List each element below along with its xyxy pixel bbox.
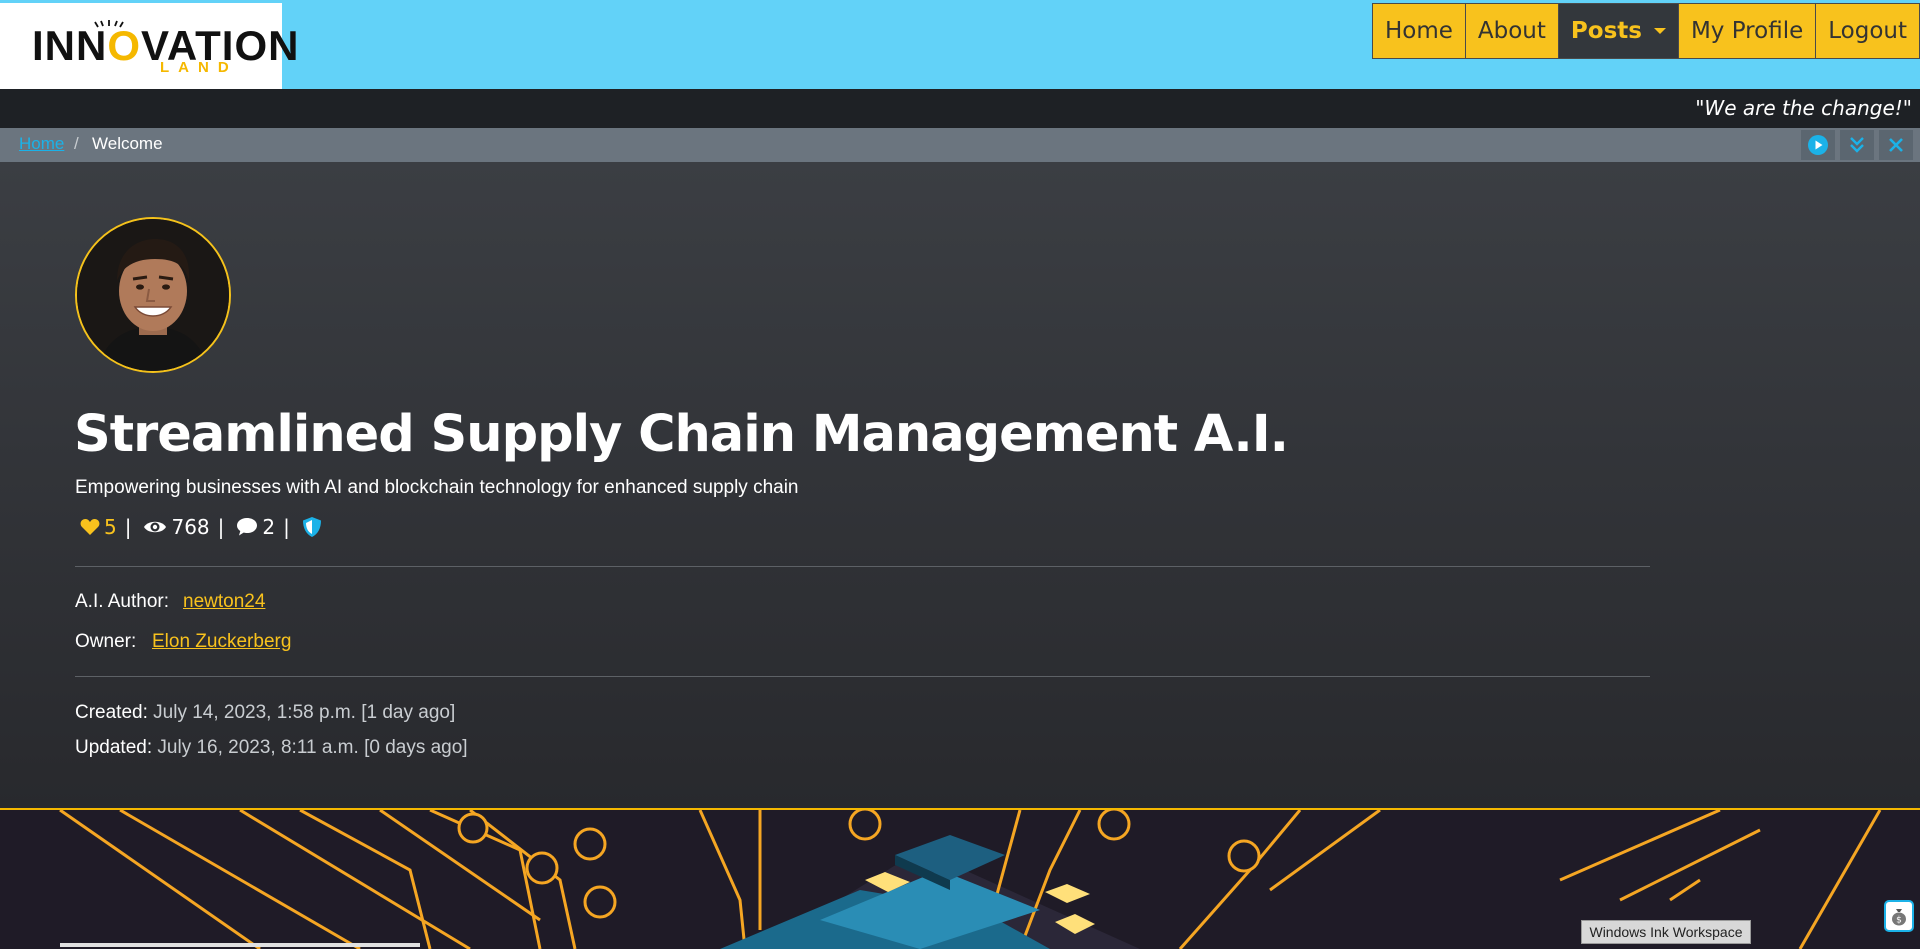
tagline-quote: "We are the change!": [1695, 96, 1912, 120]
post-subtitle: Empowering businesses with AI and blockc…: [75, 477, 799, 498]
shield-icon[interactable]: [302, 516, 322, 538]
likes-count: 5: [104, 515, 117, 539]
created-date: Created: July 14, 2023, 1:58 p.m. [1 day…: [75, 702, 455, 724]
eye-icon: [144, 521, 167, 533]
author-label: A.I. Author:: [75, 591, 169, 612]
comments-count: 2: [262, 515, 276, 539]
main-nav: Home About Posts My Profile Logout: [1371, 3, 1920, 59]
logo-subtitle: LAND: [160, 59, 238, 76]
nav-my-profile-label: My Profile: [1690, 18, 1804, 44]
updated-label: Updated:: [75, 737, 153, 758]
updated-date: Updated: July 16, 2023, 8:11 a.m. [0 day…: [75, 737, 468, 759]
double-chevron-down-icon: [1850, 137, 1864, 153]
breadcrumb-separator: /: [74, 134, 79, 153]
nav-posts-label: Posts: [1570, 18, 1642, 44]
nav-posts-dropdown[interactable]: Posts: [1557, 3, 1678, 59]
windows-ink-button[interactable]: $: [1884, 900, 1914, 932]
stats-divider: |: [217, 515, 225, 539]
divider: [75, 676, 1650, 677]
quote-bar: "We are the change!": [0, 89, 1920, 128]
nav-logout[interactable]: Logout: [1815, 3, 1920, 59]
updated-value: July 16, 2023, 8:11 a.m. [0 days ago]: [157, 737, 468, 758]
nav-about[interactable]: About: [1464, 3, 1558, 59]
money-bag-icon: $: [1892, 909, 1906, 926]
nav-logout-label: Logout: [1828, 18, 1907, 44]
owner-link[interactable]: Elon Zuckerberg: [152, 631, 291, 653]
nav-my-profile[interactable]: My Profile: [1677, 3, 1816, 59]
nav-home-label: Home: [1384, 18, 1453, 44]
close-icon: [1889, 138, 1903, 152]
stats-divider: |: [283, 515, 290, 539]
owner-label: Owner:: [75, 631, 137, 652]
author-avatar[interactable]: [75, 217, 231, 373]
collapse-button[interactable]: [1840, 130, 1874, 160]
svg-text:$: $: [1896, 916, 1902, 926]
horizontal-scrollbar[interactable]: [60, 943, 420, 947]
breadcrumb: Home / Welcome: [0, 128, 1920, 162]
divider: [75, 566, 1650, 567]
heart-icon[interactable]: [80, 518, 100, 536]
post-title: Streamlined Supply Chain Management A.I.: [74, 405, 1289, 464]
stats-divider: |: [124, 515, 132, 539]
portrait-image: [77, 219, 229, 371]
play-button[interactable]: [1801, 130, 1835, 160]
views-count: 768: [171, 515, 210, 539]
logo[interactable]: INNOVATION LAND: [0, 3, 298, 89]
nav-home[interactable]: Home: [1371, 3, 1465, 59]
comment-icon[interactable]: [236, 517, 258, 537]
top-navbar: INNOVATION LAND Home About Posts My Prof…: [0, 0, 1920, 89]
author-link[interactable]: newton24: [183, 591, 265, 613]
breadcrumb-home-link[interactable]: Home: [19, 134, 64, 154]
windows-ink-workspace-tooltip: Windows Ink Workspace: [1581, 920, 1751, 944]
created-value: July 14, 2023, 1:58 p.m. [1 day ago]: [153, 702, 456, 723]
caret-down-icon: [1653, 28, 1666, 34]
breadcrumb-current: Welcome: [92, 134, 163, 153]
play-circle-icon: [1808, 135, 1828, 155]
close-button[interactable]: [1879, 130, 1913, 160]
post-stats: 5 | 768 | 2 |: [80, 515, 322, 539]
post-detail: Streamlined Supply Chain Management A.I.…: [0, 162, 1920, 808]
created-label: Created:: [75, 702, 148, 723]
nav-about-label: About: [1477, 18, 1546, 44]
